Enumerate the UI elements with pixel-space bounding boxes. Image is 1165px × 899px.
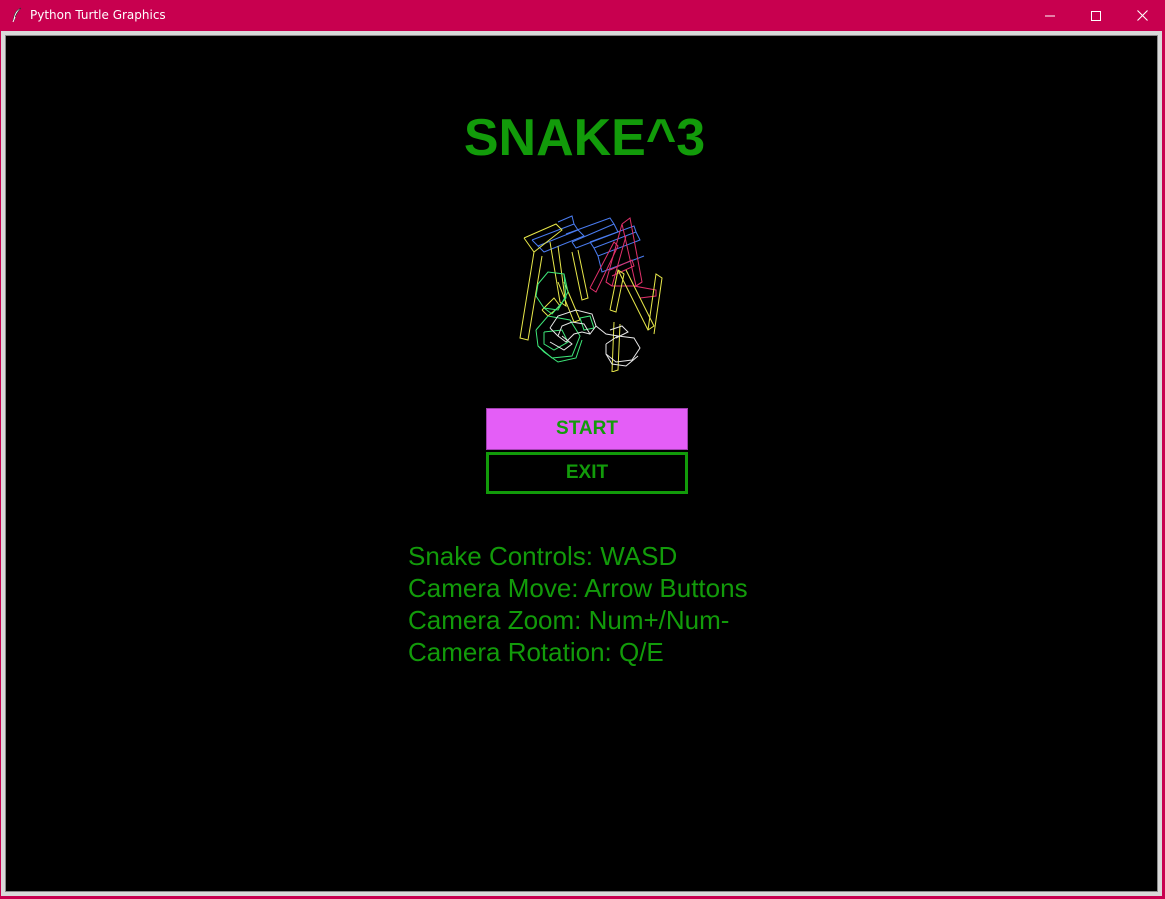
exit-button[interactable]: EXIT — [486, 452, 688, 494]
maximize-icon — [1091, 10, 1101, 21]
maximize-button[interactable] — [1073, 0, 1119, 31]
window-title: Python Turtle Graphics — [30, 8, 166, 22]
minimize-button[interactable] — [1027, 0, 1073, 31]
feather-icon — [10, 7, 24, 23]
wireframe-snake-cube-logo — [519, 215, 663, 372]
close-button[interactable] — [1119, 0, 1165, 31]
game-title: SNAKE^3 — [463, 109, 706, 167]
controls-line-camera-move: Camera Move: Arrow Buttons — [408, 573, 748, 603]
game-canvas[interactable]: SNAKE^3 START EXIT Snake Controls: WASD … — [5, 35, 1158, 892]
controls-line-camera-zoom: Camera Zoom: Num+/Num- — [408, 605, 730, 635]
minimize-icon — [1045, 15, 1055, 16]
controls-line-snake: Snake Controls: WASD — [408, 541, 678, 571]
title-bar[interactable]: Python Turtle Graphics — [0, 0, 1165, 31]
controls-help: Snake Controls: WASD Camera Move: Arrow … — [408, 540, 748, 668]
turtle-window: Python Turtle Graphics SNAKE^3 START EXI… — [0, 0, 1165, 899]
controls-line-camera-rotation: Camera Rotation: Q/E — [408, 637, 664, 667]
canvas-frame: SNAKE^3 START EXIT Snake Controls: WASD … — [1, 31, 1162, 896]
start-button[interactable]: START — [486, 408, 688, 450]
close-icon — [1136, 10, 1148, 21]
